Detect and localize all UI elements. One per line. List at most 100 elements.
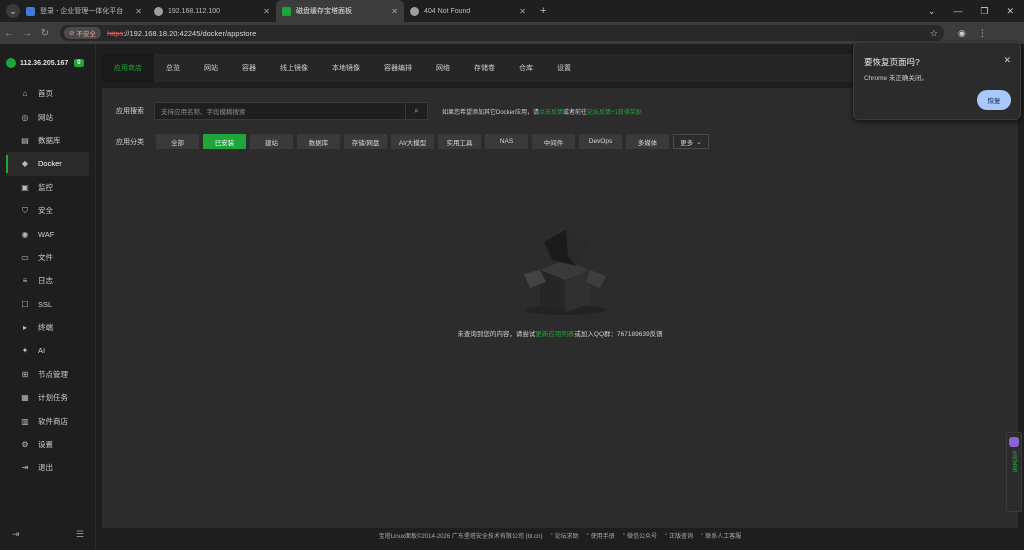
sidebar-item-label: 计划任务 (38, 393, 68, 403)
wechat-icon: ▫ (622, 532, 625, 538)
search-placeholder: 支持应用名称、字段模糊搜索 (161, 109, 246, 116)
sidebar-item-database[interactable]: ▤ 数据库 (0, 129, 95, 152)
tab-subnav[interactable]: 仓库 (507, 54, 545, 82)
search-icon[interactable]: ⌕ (406, 102, 428, 120)
address-bar[interactable]: ⊘ 不安全 https://192.168.18.20:42245/docker… (60, 25, 944, 41)
footer-link[interactable]: ▫ 正版查询 (665, 531, 693, 540)
tab-subnav[interactable]: 线上镜像 (268, 54, 320, 82)
sidebar-item-label: 软件商店 (38, 416, 68, 426)
footer-link[interactable]: ▫ 微信公众号 (623, 531, 657, 540)
update-app-list-link[interactable]: 更新应用列表 (535, 331, 574, 338)
popup-message: Chrome 未正确关闭。 (864, 75, 928, 82)
insecure-badge[interactable]: ⊘ 不安全 (64, 27, 101, 39)
sidebar-item-label: 首页 (38, 89, 53, 99)
category-button[interactable]: 实用工具 (438, 134, 481, 149)
browser-tab[interactable]: 192.168.112.100 ✕ (148, 0, 276, 22)
sidebar-item-store[interactable]: ▥ 软件商店 (0, 409, 95, 432)
page-footer: 宝塔Linux面板©2014-2026 广东堡塔安全技术有限公司 (bt.cn)… (96, 528, 1024, 542)
sidebar-item-calendar[interactable]: ▦ 计划任务 (0, 386, 95, 409)
sidebar-item-logout[interactable]: ⇥ 退出 (0, 456, 95, 479)
browser-tab[interactable]: 登录 - 企业管理一体化平台 ✕ (20, 0, 148, 22)
globe-icon (410, 6, 419, 16)
sidebar-item-folder[interactable]: ▭ 文件 (0, 246, 95, 269)
sidebar-item-monitor[interactable]: ▣ 监控 (0, 176, 95, 199)
sidebar-item-log[interactable]: ≡ 日志 (0, 269, 95, 292)
tab-subnav[interactable]: 总览 (154, 54, 192, 82)
category-button[interactable]: 存储/网盘 (344, 134, 387, 149)
tab-subnav[interactable]: 设置 (545, 54, 583, 82)
node-icon: ⊞ (21, 369, 29, 379)
empty-box-illustration (524, 230, 606, 315)
sidebar-item-shield[interactable]: ⛉ 安全 (0, 199, 95, 222)
sidebar-item-label: SSL (38, 299, 53, 309)
close-icon[interactable]: ✕ (263, 7, 270, 16)
url-scheme: https (106, 28, 124, 38)
sidebar-item-node[interactable]: ⊞ 节点管理 (0, 363, 95, 386)
footer-link[interactable]: ▫ 论坛求助 (551, 531, 579, 540)
close-window-icon[interactable]: ✕ (1006, 6, 1014, 17)
empty-message: 未查询到您的内容，请尝试更新应用列表或加入QQ群：767189639反馈 (102, 328, 1018, 338)
logout-icon: ⇥ (21, 463, 29, 473)
reload-icon[interactable]: ↻ (36, 28, 54, 39)
tab-subnav[interactable]: 容器 (230, 54, 268, 82)
sidebar-item-ai[interactable]: ✦ AI (0, 339, 95, 362)
minimize-icon[interactable]: — (953, 6, 962, 17)
support-widget[interactable]: 在线客服 (1006, 432, 1022, 512)
copyright-text: 宝塔Linux面板©2014-2026 广东堡塔安全技术有限公司 (bt.cn) (378, 533, 543, 540)
new-tab-button[interactable]: + (540, 5, 546, 17)
list-icon[interactable]: ☰ (76, 529, 84, 540)
chevron-down-icon[interactable]: ⌄ (928, 6, 936, 17)
sidebar-item-label: 退出 (38, 463, 53, 473)
footer-link[interactable]: ▫ 使用手册 (587, 531, 615, 540)
tab-subnav[interactable]: 存储卷 (462, 54, 507, 82)
category-button[interactable]: 已安装 (203, 134, 246, 149)
tab-subnav[interactable]: 网络 (424, 54, 462, 82)
hint-text: 或者前往 (563, 109, 588, 116)
category-button[interactable]: 全部 (156, 134, 199, 149)
close-icon[interactable]: ✕ (519, 7, 526, 16)
forward-icon[interactable]: → (18, 28, 36, 39)
sidebar-item-docker[interactable]: ◆ Docker (6, 152, 89, 176)
ssl-icon: ☐ (21, 299, 29, 309)
tab-favicon-icon (282, 6, 291, 16)
category-button[interactable]: 数据库 (297, 134, 340, 149)
category-button[interactable]: DevOps (579, 134, 622, 149)
menu-dots-icon[interactable]: ⋮ (978, 28, 987, 39)
category-button[interactable]: 建站 (250, 134, 293, 149)
sidebar-item-terminal[interactable]: ▸ 终端 (0, 316, 95, 339)
close-icon[interactable]: ✕ (135, 7, 142, 16)
tab-subnav[interactable]: 本地镜像 (320, 54, 372, 82)
tab-subnav[interactable]: 网站 (192, 54, 230, 82)
footer-link[interactable]: ▫ 联系人工客服 (701, 531, 741, 540)
category-button[interactable]: NAS (485, 134, 528, 149)
back-icon[interactable]: ← (0, 28, 18, 39)
search-input[interactable]: 支持应用名称、字段模糊搜索 (154, 102, 406, 120)
tab-subnav[interactable]: 应用商店 (102, 54, 154, 82)
category-button[interactable]: AI/大模型 (391, 134, 434, 149)
more-categories-button[interactable]: 更多 ⌄ (673, 134, 709, 149)
close-icon[interactable]: ✕ (391, 7, 398, 16)
more-label: 更多 (680, 139, 694, 147)
expand-icon[interactable]: ⇥ (12, 529, 20, 540)
bookmark-star-icon[interactable]: ☆ (930, 28, 938, 39)
feedback-link[interactable]: 点击反馈 (539, 110, 563, 116)
profile-icon[interactable]: ◉ (958, 28, 966, 39)
restore-button[interactable]: 恢复 (977, 90, 1011, 110)
calendar-icon: ▦ (21, 393, 29, 403)
category-button[interactable]: 多媒体 (626, 134, 669, 149)
sidebar-item-home[interactable]: ⌂ 首页 (0, 82, 95, 105)
close-icon[interactable]: ✕ (1003, 55, 1011, 66)
restore-icon[interactable]: ❐ (980, 6, 988, 17)
tab-search-button[interactable]: ⌄ (6, 4, 20, 18)
server-badge[interactable]: 0 (74, 59, 84, 67)
sidebar-footer: ⇥ ☰ (0, 529, 96, 540)
tab-subnav[interactable]: 容器编排 (372, 54, 424, 82)
sidebar-item-firewall[interactable]: ◉ WAF (0, 222, 95, 245)
category-button[interactable]: 中间件 (532, 134, 575, 149)
browser-tab[interactable]: 404 Not Found ✕ (404, 0, 532, 22)
sidebar-item-ssl[interactable]: ☐ SSL (0, 293, 95, 316)
sidebar-item-globe[interactable]: ◎ 网站 (0, 105, 95, 128)
forum-feedback-link[interactable]: 论坛反馈 (587, 110, 611, 116)
browser-tab-active[interactable]: 磁盘缓存宝塔面板 ✕ (276, 0, 404, 22)
sidebar-item-gear[interactable]: ⚙ 设置 (0, 433, 95, 456)
